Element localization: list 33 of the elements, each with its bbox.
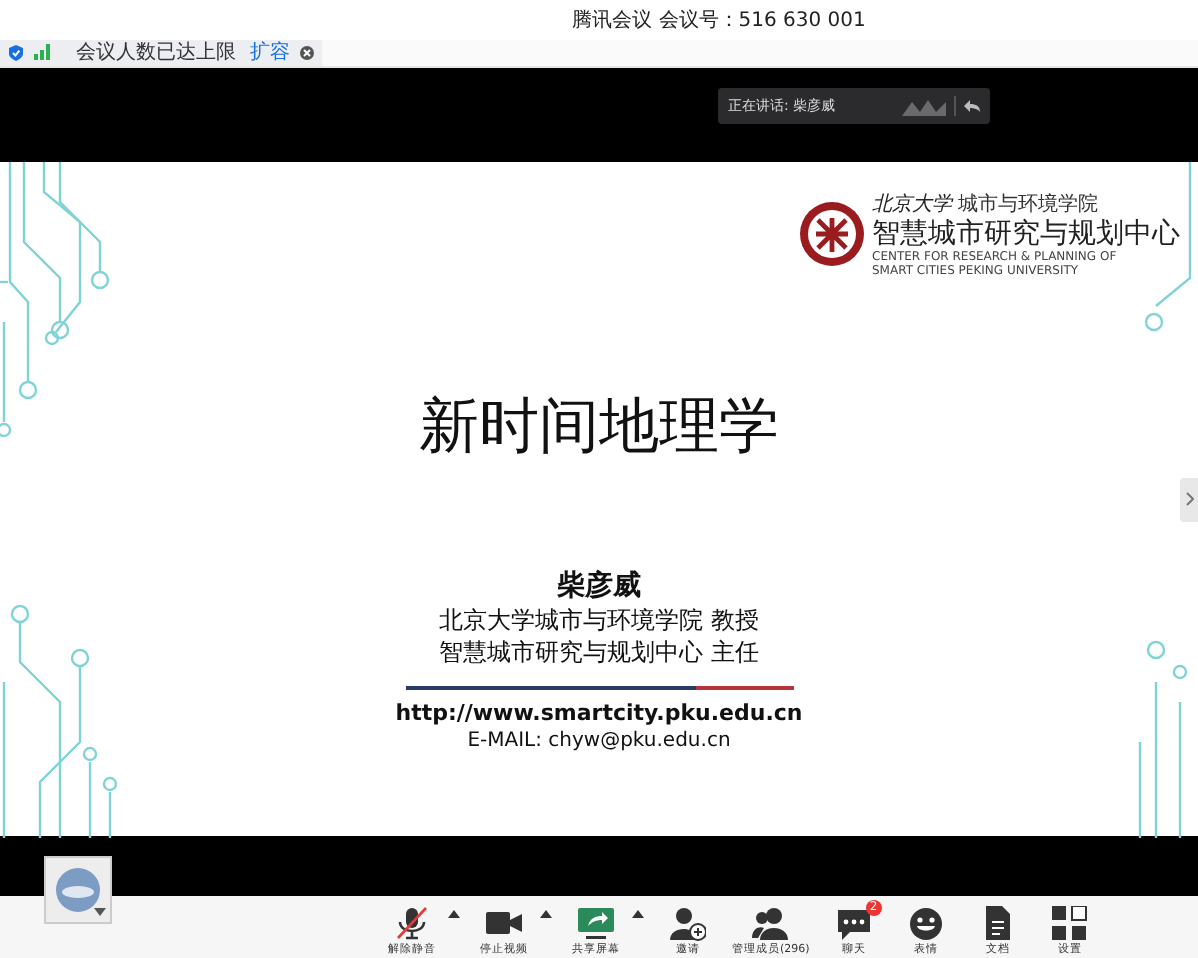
video-thumbnail[interactable] <box>44 856 112 925</box>
author-name: 柴彦威 <box>557 567 641 604</box>
caret-up-icon[interactable] <box>632 909 644 918</box>
share-screen-icon <box>578 906 614 943</box>
caret-up-icon[interactable] <box>540 909 552 918</box>
chevron-right-icon <box>1185 492 1193 507</box>
add-person-icon <box>670 906 706 943</box>
grid-icon <box>1051 906 1088 943</box>
caret-up-icon[interactable] <box>448 909 460 918</box>
affiliation-text: 智慧城市研究与规划中心 主任 <box>439 635 759 668</box>
close-icon[interactable] <box>300 45 314 60</box>
shield-icon <box>8 43 24 62</box>
reply-arrow-icon[interactable] <box>964 100 980 113</box>
notice-text: 会议人数已达上限 <box>76 39 236 67</box>
people-icon <box>752 906 789 943</box>
affiliation-text: 北京大学城市与环境学院 教授 <box>439 603 759 636</box>
muted-microphone-icon <box>394 906 430 943</box>
chat-bubble-icon <box>835 906 872 943</box>
caret-down-icon[interactable] <box>94 908 106 917</box>
university-name: 北京大学 <box>872 191 952 218</box>
school-name: 城市与环境学院 <box>958 191 1098 218</box>
university-emblem-icon <box>798 199 866 268</box>
next-page-button[interactable] <box>1180 477 1198 522</box>
email-text: E-MAIL: chyw@pku.edu.cn <box>467 727 731 756</box>
center-name: 智慧城市研究与规划中心 <box>872 217 1180 250</box>
window-title: 腾讯会议 会议号：516 630 001 <box>572 7 866 34</box>
slide-title: 新时间地理学 <box>419 389 779 466</box>
expand-link[interactable]: 扩容 <box>250 38 290 67</box>
website-url: http://www.smartcity.pku.edu.cn <box>395 697 803 728</box>
avatar-circle-icon <box>56 868 100 913</box>
smiley-icon <box>907 906 944 943</box>
waveform-icon <box>902 97 946 116</box>
signal-icon <box>34 44 50 61</box>
